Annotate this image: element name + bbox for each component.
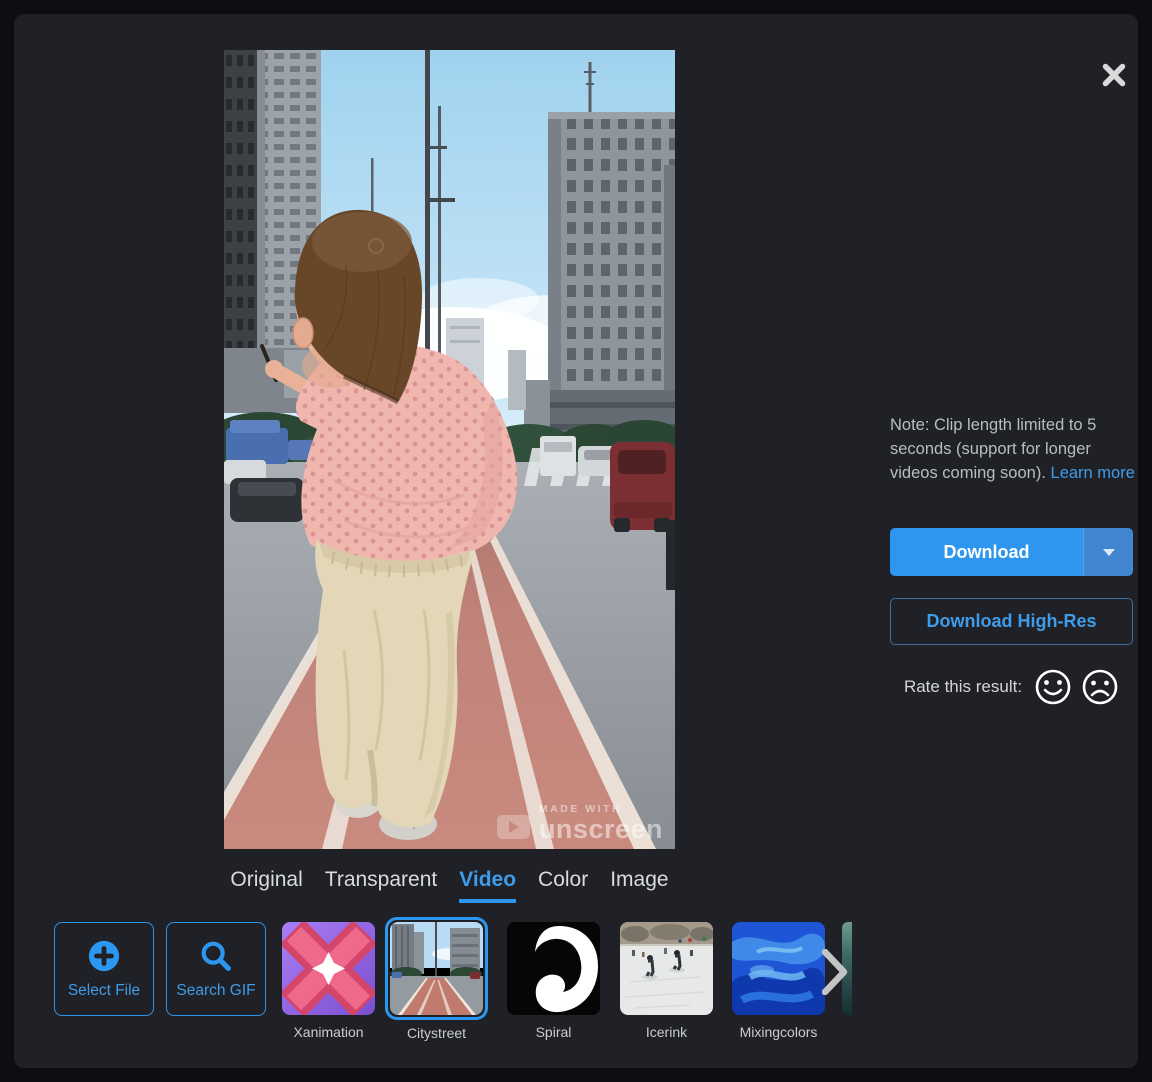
- rate-result-row: Rate this result:: [890, 666, 1133, 708]
- select-file-label: Select File: [68, 982, 140, 1000]
- tab-image[interactable]: Image: [610, 868, 668, 903]
- close-button[interactable]: [1098, 59, 1130, 91]
- bg-thumb-icerink[interactable]: Icerink: [620, 922, 713, 1040]
- tab-original[interactable]: Original: [230, 868, 302, 903]
- bg-thumb-citystreet-selected[interactable]: Citystreet: [385, 917, 488, 1041]
- mixingcolors-thumbnail: [732, 922, 825, 1015]
- watermark-made-with: MADE WITH: [539, 804, 663, 815]
- clip-length-note: Note: Clip length limited to 5 seconds (…: [890, 413, 1142, 485]
- search-gif-label: Search GIF: [176, 982, 255, 1000]
- icerink-thumbnail: [620, 922, 713, 1015]
- chevron-right-icon: [822, 949, 848, 995]
- plus-circle-icon: [87, 939, 121, 973]
- tab-color[interactable]: Color: [538, 868, 588, 903]
- street-scene: [224, 50, 675, 849]
- close-icon: [1100, 61, 1128, 89]
- scroll-right-button[interactable]: [820, 948, 850, 996]
- rate-label: Rate this result:: [904, 677, 1022, 697]
- chevron-down-icon: [1103, 549, 1115, 556]
- bg-thumb-xanimation[interactable]: Xanimation: [282, 922, 375, 1040]
- download-high-res-button[interactable]: Download High-Res: [890, 598, 1133, 645]
- thumb-label: Citystreet: [407, 1025, 466, 1041]
- learn-more-link[interactable]: Learn more: [1051, 464, 1135, 482]
- download-options-button[interactable]: [1083, 528, 1133, 576]
- download-split-button: Download: [890, 528, 1133, 576]
- unscreen-watermark: MADE WITH unscreen: [497, 804, 663, 844]
- video-preview: MADE WITH unscreen: [224, 50, 675, 849]
- background-picker-dock: Select File Search GIF Xanima: [54, 920, 1134, 1060]
- xanimation-thumbnail: [282, 922, 375, 1015]
- citystreet-thumbnail: [390, 922, 483, 1015]
- play-icon: [497, 815, 530, 839]
- magnifier-icon: [199, 939, 233, 973]
- rate-happy-icon[interactable]: [1034, 668, 1072, 706]
- result-tabs: Original Transparent Video Color Image: [224, 868, 675, 903]
- tab-transparent[interactable]: Transparent: [325, 868, 437, 903]
- spiral-thumbnail: [507, 922, 600, 1015]
- bg-thumb-mixingcolors[interactable]: Mixingcolors: [732, 922, 825, 1040]
- result-modal: MADE WITH unscreen Note: Clip length lim…: [14, 14, 1138, 1068]
- thumb-label: Mixingcolors: [740, 1024, 818, 1040]
- selected-frame: [385, 917, 488, 1020]
- search-gif-button[interactable]: Search GIF: [166, 922, 266, 1016]
- tab-video[interactable]: Video: [459, 868, 516, 903]
- bg-thumb-spiral[interactable]: Spiral: [507, 922, 600, 1040]
- rate-sad-icon[interactable]: [1081, 668, 1119, 706]
- watermark-brand: unscreen: [539, 816, 663, 843]
- select-file-button[interactable]: Select File: [54, 922, 154, 1016]
- thumb-label: Xanimation: [293, 1024, 363, 1040]
- download-button[interactable]: Download: [890, 528, 1083, 576]
- thumb-label: Icerink: [646, 1024, 687, 1040]
- thumb-label: Spiral: [536, 1024, 572, 1040]
